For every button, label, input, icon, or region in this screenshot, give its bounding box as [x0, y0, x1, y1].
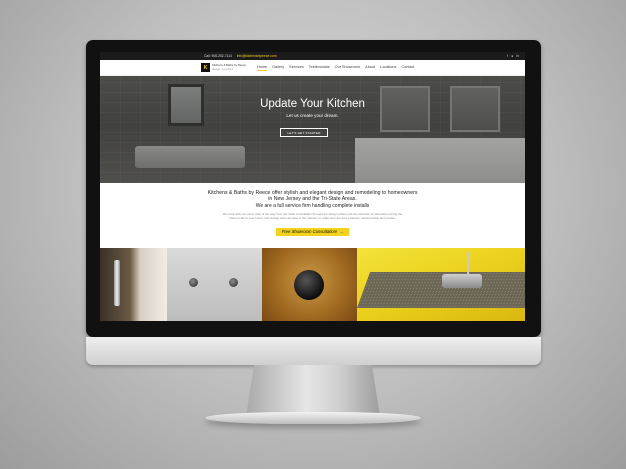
consultation-label: Free Showroom Consultation! — [281, 229, 338, 235]
get-started-button[interactable]: LET'S GET STARTED — [280, 128, 328, 137]
contact-info: Call: 908-252-7114 info@kitchensbyreece.… — [204, 54, 276, 58]
gallery-image-knobs[interactable] — [167, 248, 262, 321]
social-links: f ● in — [507, 54, 519, 58]
decorative-knob — [294, 270, 324, 300]
cabinet-handle — [114, 260, 120, 306]
sink — [442, 274, 482, 288]
cabinet-knob — [189, 278, 198, 287]
gallery-image-countertop[interactable] — [357, 248, 525, 321]
hero-subtitle: Let us create your dream. — [286, 113, 339, 118]
faucet — [467, 252, 469, 276]
granite-countertop — [357, 272, 525, 308]
nav-item-services[interactable]: Services — [289, 64, 304, 71]
nav-item-gallery[interactable]: Gallery — [272, 64, 284, 71]
monitor-chin — [86, 337, 541, 365]
phone-link[interactable]: Call: 908-252-7114 — [204, 54, 232, 58]
cabinet-knob — [229, 278, 238, 287]
twitter-icon[interactable]: ● — [511, 54, 513, 58]
logo-tagline: design, construct — [212, 66, 234, 71]
intro-lead: Kitchens & Baths by Reece offer stylish … — [207, 190, 418, 202]
email-link[interactable]: info@kitchensbyreece.com — [237, 54, 277, 58]
logo-text: Kitchens & Baths by Reece design, constr… — [212, 64, 248, 71]
arrow-right-icon: → — [339, 229, 344, 235]
logo-mark: K — [201, 63, 210, 72]
gallery-image-handle[interactable] — [100, 248, 167, 321]
monitor-stand — [246, 365, 380, 417]
main-navbar: K Kitchens & Baths by Reece design, cons… — [100, 60, 525, 76]
intro-subheading: We are a full service firm handling comp… — [255, 203, 370, 209]
nav-item-home[interactable]: Home — [257, 64, 268, 71]
nav-menu: Home Gallery Services Testimonials Our S… — [257, 64, 414, 71]
logo[interactable]: K Kitchens & Baths by Reece design, cons… — [201, 63, 248, 72]
hero-banner: Update Your Kitchen Let us create your d… — [100, 76, 525, 183]
gallery-image-knob-closeup[interactable] — [262, 248, 357, 321]
nav-item-showroom[interactable]: Our Showroom — [335, 64, 361, 71]
consultation-button[interactable]: Free Showroom Consultation! → — [275, 227, 350, 236]
nav-item-contact[interactable]: Contact — [401, 64, 414, 71]
top-bar: Call: 908-252-7114 info@kitchensbyreece.… — [100, 52, 525, 60]
monitor-base — [205, 412, 421, 424]
nav-item-locations[interactable]: Locations — [380, 64, 396, 71]
gallery-strip — [100, 248, 525, 321]
hero-title: Update Your Kitchen — [260, 98, 365, 110]
facebook-icon[interactable]: f — [507, 54, 508, 58]
nav-item-about[interactable]: About — [365, 64, 375, 71]
intro-section: Kitchens & Baths by Reece offer stylish … — [100, 183, 525, 238]
linkedin-icon[interactable]: in — [516, 54, 519, 58]
intro-body: We work with you every step of the way f… — [222, 212, 403, 220]
website-screen: Call: 908-252-7114 info@kitchensbyreece.… — [100, 52, 525, 321]
nav-item-testimonials[interactable]: Testimonials — [309, 64, 330, 71]
